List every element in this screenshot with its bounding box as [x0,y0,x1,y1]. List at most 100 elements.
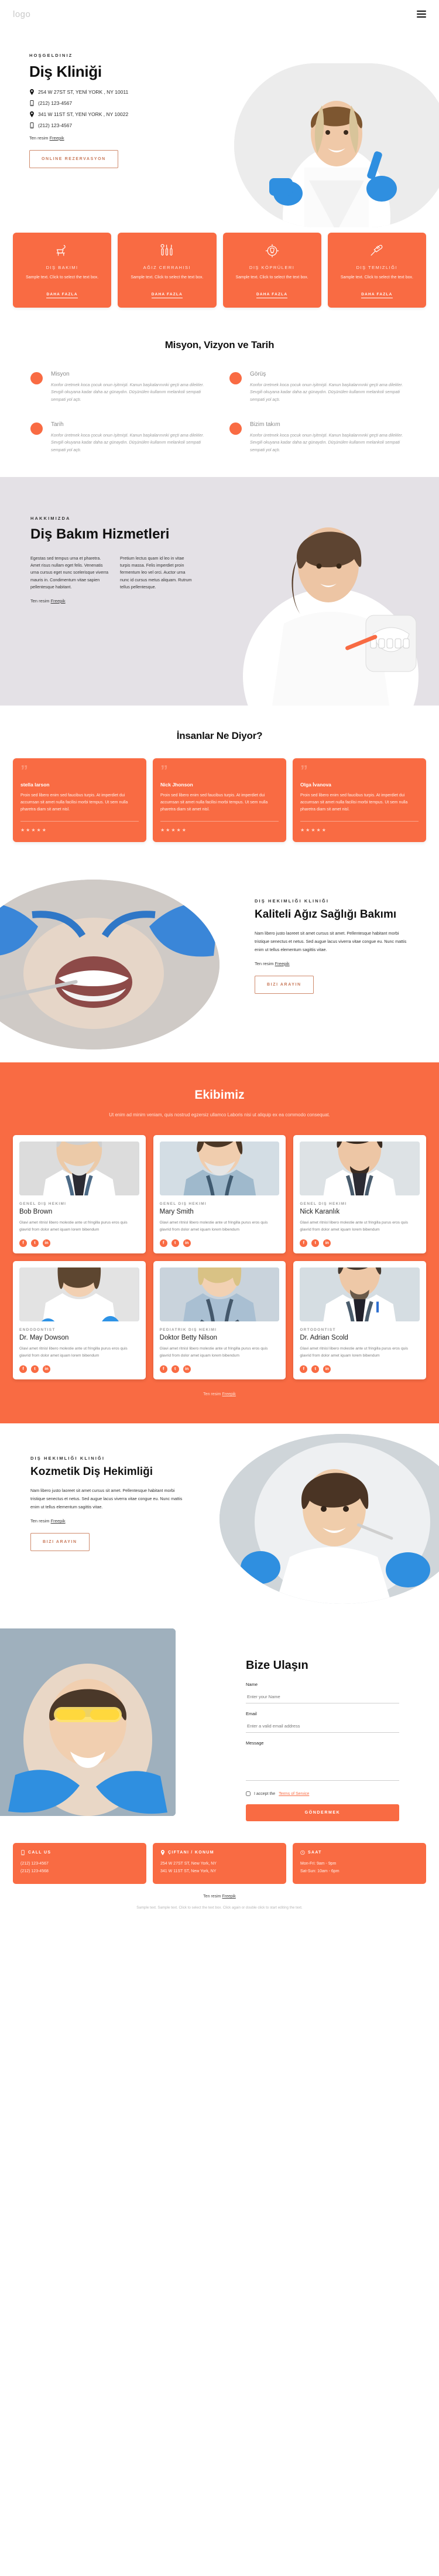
team-credit: Ten resim Freepik [0,1392,439,1396]
facebook-icon[interactable]: f [159,1365,167,1374]
team-member-bio: Glavi amet ritnisl libero molestie ante … [19,1347,128,1358]
hamburger-menu-icon[interactable] [417,11,426,18]
footer-card-lines: 254 W 27ST ST, New York, NY 341 W 11ST S… [160,1862,217,1874]
team-member-photo [159,1142,280,1196]
phone-icon [29,122,35,128]
mission-item-tarih: Tarih Konfor üretmek koca çocuk onun işi… [30,421,210,454]
testimonial-name: Nick Jhonson [160,782,193,788]
contact-section: Bize Ulaşın Name Email Message I accept … [0,1617,439,1834]
service-card-title: DIŞ TEMIZLIĞI [356,265,398,270]
quality-image-blob [0,880,220,1050]
twitter-icon[interactable]: t [171,1239,179,1248]
dental-chair-icon [19,242,105,260]
service-card-more-link[interactable]: DAHA FAZLA [151,292,183,298]
about-col-2: Pretium lectus quam id leo in vitae turp… [120,555,192,590]
facebook-icon[interactable]: f [300,1239,308,1248]
terms-link[interactable]: Terms of Service [279,1792,309,1796]
map-pin-icon [29,111,35,117]
team-member-name: Bob Brown [19,1208,53,1216]
service-card-text: Sample text. Click to select the text bo… [340,275,413,280]
linkedin-icon[interactable]: in [323,1365,331,1374]
service-card-teeth-cleaning[interactable]: DIŞ TEMIZLIĞI Sample text. Click to sele… [327,233,426,308]
service-card-oral-surgery[interactable]: AĞIZ CERRAHISI Sample text. Click to sel… [118,233,217,308]
team-credit-link[interactable]: Freepik [222,1392,235,1396]
team-credit-prefix: Ten resim [203,1392,222,1397]
linkedin-icon[interactable]: in [43,1239,50,1248]
linkedin-icon[interactable]: in [183,1239,191,1248]
hero-credit: Ten resim Freepik [29,135,205,141]
testimonial-name: Olga İvanova [300,782,331,788]
hero-contact-text: (212) 123-4567 [38,122,73,128]
linkedin-icon[interactable]: in [43,1365,50,1374]
about-col-1: Egestas sed tempus urna et pharetra. Ame… [30,555,109,590]
footer-credit-prefix: Ten resim [203,1894,222,1899]
footer-card-lines: (212) 123-4567 (212) 123-4568 [20,1862,49,1874]
facebook-icon[interactable]: f [300,1365,308,1374]
facebook-icon[interactable]: f [159,1239,167,1248]
footer-card-title-row: ÇIFTANI / KONUM [160,1850,279,1856]
footer-card-lines: Mon-Fri: 9am - 9pm Sat-Sun: 10am - 6pm [300,1862,339,1874]
service-card-more-link[interactable]: DAHA FAZLA [46,292,78,298]
message-textarea[interactable] [246,1749,399,1781]
linkedin-icon[interactable]: in [183,1365,191,1374]
quality-credit-link[interactable]: Freepik [275,961,290,966]
about-credit-link[interactable]: Freepik [51,598,66,604]
footer-card-hours: SAAT Mon-Fri: 9am - 9pm Sat-Sun: 10am - … [293,1843,426,1885]
quality-eyebrow: DIŞ HEKIMLIĞI KLINIĞI [255,898,330,904]
site-footer: CALL US (212) 123-4567 (212) 123-4568 ÇI… [0,1834,439,1919]
email-input[interactable] [246,1721,399,1733]
service-card-more-link[interactable]: DAHA FAZLA [361,292,393,298]
hero-credit-link[interactable]: Freepik [50,135,64,141]
toothbrush-icon [334,242,420,260]
testimonials-section: İnsanlar Ne Diyor? ” stella larson Proin… [0,706,439,869]
contact-form: Bize Ulaşın Name Email Message I accept … [246,1659,399,1822]
service-card-dental-care[interactable]: DIŞ BAKIMI Sample text. Click to select … [13,233,112,308]
quality-photo [0,880,220,1050]
service-card-dental-bridges[interactable]: DIŞ KÖPRÜLERI Sample text. Click to sele… [222,233,321,308]
service-card-more-link[interactable]: DAHA FAZLA [256,292,288,298]
testimonials-grid: ” stella larson Proin sed libero enim se… [0,742,439,843]
hero-contact-address-1: 254 W 27ST ST, YENİ YORK , NY 10011 [29,89,205,95]
twitter-icon[interactable]: t [171,1365,179,1374]
team-member-photo [300,1142,420,1196]
cosmetic-text-block: DIŞ HEKIMLIĞI KLINIĞI Kozmetik Diş Hekim… [30,1456,187,1552]
hero-contact-phone-1: (212) 123-4567 [29,100,205,106]
cosmetic-cta-button[interactable]: BIZI ARAYIN [30,1533,90,1552]
hero-image-blob [234,63,439,227]
terms-checkbox[interactable] [246,1791,251,1797]
twitter-icon[interactable]: t [31,1365,39,1374]
site-logo[interactable]: logo [13,9,30,19]
cosmetic-credit-link[interactable]: Freepik [51,1518,66,1524]
hero-contact-phone-2: (212) 123-4567 [29,122,205,128]
team-member-card: GENEL DIŞ HEKIMI Mary Smith Glavi amet r… [153,1135,286,1254]
quality-cta-button[interactable]: BIZI ARAYIN [255,975,314,994]
contact-photo [0,1628,176,1817]
quality-credit-prefix: Ten resim [255,960,275,966]
hero-eyebrow: HOŞGELDINIZ [29,53,73,58]
mission-item-misyon: Misyon Konfor üretmek koca çocuk onun iş… [30,371,210,404]
linkedin-icon[interactable]: in [323,1239,331,1248]
footer-credit-link[interactable]: Freepik [222,1894,235,1899]
submit-button[interactable]: GÖNDERMEK [246,1804,399,1822]
testimonial-card: ” stella larson Proin sed libero enim se… [13,758,146,843]
contact-title: Bize Ulaşın [246,1659,308,1672]
mission-item-title: Misyon [51,370,70,377]
mission-item-text: Konfor üretmek koca çocuk onun işitmişti… [250,381,403,403]
facebook-icon[interactable]: f [19,1365,27,1374]
team-member-card: GENEL DIŞ HEKIMI Nick Karanlık Glavi ame… [293,1135,426,1254]
twitter-icon[interactable]: t [311,1365,320,1374]
name-field-group: Name [246,1682,399,1704]
twitter-icon[interactable]: t [31,1239,39,1248]
footer-card-location: ÇIFTANI / KONUM 254 W 27ST ST, New York,… [153,1843,286,1885]
facebook-icon[interactable]: f [19,1239,27,1248]
team-member-socials: f t in [300,1365,420,1374]
divider [160,821,279,822]
team-member-photo [159,1267,280,1322]
online-reservation-button[interactable]: ONLINE REZERVASYON [29,150,118,168]
cosmetic-photo [220,1434,439,1604]
twitter-icon[interactable]: t [311,1239,320,1248]
hero-photo [234,63,439,227]
footer-card-title: CALL US [28,1851,52,1855]
name-input[interactable] [246,1692,399,1704]
clock-icon [300,1850,305,1855]
